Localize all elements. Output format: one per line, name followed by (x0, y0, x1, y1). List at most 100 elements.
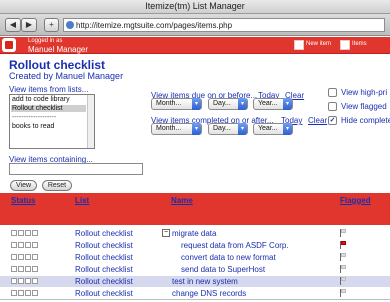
delete-icon[interactable] (32, 230, 38, 236)
copy-icon[interactable] (25, 254, 31, 260)
divider (0, 299, 390, 300)
complete-checkbox-icon[interactable] (11, 242, 17, 248)
list-scrollbar[interactable] (87, 95, 94, 148)
edit-icon[interactable] (18, 278, 24, 284)
add-bookmark-button[interactable]: + (44, 18, 59, 32)
flag-icon[interactable] (340, 289, 347, 297)
complete-checkbox-icon[interactable] (11, 254, 17, 260)
row-list-link[interactable]: Rollout checklist (75, 277, 133, 286)
list-separator: ------------------- (12, 114, 57, 121)
select-value: Year... (258, 125, 278, 132)
flag-red-icon[interactable] (340, 241, 347, 249)
flag-icon[interactable] (340, 229, 347, 237)
delete-icon[interactable] (32, 266, 38, 272)
row-item-name[interactable]: convert data to new format (181, 253, 276, 262)
row-list-link[interactable]: Rollout checklist (75, 253, 133, 262)
due-year-select[interactable]: Year... ▾ (253, 98, 293, 110)
due-month-select[interactable]: Month... ▾ (151, 98, 202, 110)
complete-checkbox-icon[interactable] (11, 290, 17, 296)
site-favicon-icon (66, 21, 74, 29)
column-flagged[interactable]: Flagged (340, 196, 371, 205)
copy-icon[interactable] (25, 266, 31, 272)
table-row[interactable]: Rollout checklist − migrate data (0, 228, 390, 239)
list-option[interactable]: books to read (12, 123, 54, 130)
column-status[interactable]: Status (11, 196, 35, 205)
forward-button[interactable]: ▶ (21, 18, 37, 32)
complete-checkbox-icon[interactable] (11, 230, 17, 236)
new-item-link[interactable]: New item (306, 41, 331, 47)
select-value: Month... (156, 125, 182, 132)
copy-icon[interactable] (25, 242, 31, 248)
url-text[interactable]: http://itemize.mgtsuite.com/pages/items.… (76, 21, 232, 30)
list-option[interactable]: add to code library (12, 96, 70, 103)
row-list-link[interactable]: Rollout checklist (75, 241, 133, 250)
complete-checkbox-icon[interactable] (11, 266, 17, 272)
status-icons (11, 278, 51, 285)
delete-icon[interactable] (32, 242, 38, 248)
delete-icon[interactable] (32, 278, 38, 284)
url-bar[interactable]: http://itemize.mgtsuite.com/pages/items.… (63, 18, 385, 32)
flag-cloth (341, 229, 346, 233)
copy-icon[interactable] (25, 290, 31, 296)
new-item-icon[interactable] (294, 40, 304, 50)
row-list-link[interactable]: Rollout checklist (75, 289, 133, 298)
row-list-link[interactable]: Rollout checklist (75, 265, 133, 274)
contains-input[interactable] (9, 163, 143, 175)
completed-clear-link[interactable]: Clear (308, 116, 327, 125)
row-item-name[interactable]: send data to SuperHost (181, 265, 265, 274)
row-item-name[interactable]: request data from ASDF Corp. (181, 241, 289, 250)
select-value: Day... (213, 125, 231, 132)
flag-cloth (341, 253, 346, 257)
high-priority-label: View high-pri (341, 88, 388, 97)
flagged-checkbox[interactable] (328, 102, 337, 111)
edit-icon[interactable] (18, 266, 24, 272)
completed-day-select[interactable]: Day... ▾ (208, 123, 248, 135)
lists-select[interactable]: add to code library Rollout checklist --… (9, 94, 95, 149)
edit-icon[interactable] (18, 290, 24, 296)
delete-icon[interactable] (32, 254, 38, 260)
back-button[interactable]: ◀ (5, 18, 21, 32)
table-row[interactable]: Rollout checklist test in new system (0, 276, 390, 287)
browser-toolbar: ◀ ▶ + http://itemize.mgtsuite.com/pages/… (0, 14, 390, 36)
row-list-link[interactable]: Rollout checklist (75, 229, 133, 238)
edit-icon[interactable] (18, 254, 24, 260)
collapse-toggle-icon[interactable]: − (162, 229, 170, 237)
column-name[interactable]: Name (171, 196, 193, 205)
flag-icon[interactable] (340, 253, 347, 261)
table-row[interactable]: Rollout checklist convert data to new for… (0, 252, 390, 263)
reset-button[interactable]: Reset (42, 180, 72, 191)
flag-cloth (341, 289, 346, 293)
column-list[interactable]: List (75, 196, 89, 205)
flag-icon[interactable] (340, 277, 347, 285)
high-priority-checkbox[interactable] (328, 88, 337, 97)
list-option-selected[interactable]: Rollout checklist (11, 105, 86, 112)
completed-month-select[interactable]: Month... ▾ (151, 123, 202, 135)
edit-icon[interactable] (18, 242, 24, 248)
app-header: Logged in as Manuel Manager New item Ite… (0, 37, 390, 54)
flag-icon[interactable] (340, 265, 347, 273)
row-item-name[interactable]: migrate data (172, 229, 216, 238)
row-item-name[interactable]: test in new system (172, 277, 238, 286)
hide-completed-label: Hide complete (341, 116, 390, 125)
copy-icon[interactable] (25, 278, 31, 284)
items-icon[interactable] (340, 40, 350, 50)
select-arrows-icon: ▾ (283, 123, 292, 135)
row-item-name[interactable]: change DNS records (172, 289, 246, 298)
delete-icon[interactable] (32, 290, 38, 296)
hide-completed-checkbox[interactable]: ✓ (328, 116, 337, 125)
complete-checkbox-icon[interactable] (11, 278, 17, 284)
edit-icon[interactable] (18, 230, 24, 236)
flag-cloth (341, 277, 346, 281)
table-row[interactable]: Rollout checklist send data to SuperHost (0, 264, 390, 275)
select-arrows-icon: ▾ (238, 123, 247, 135)
table-row[interactable]: Rollout checklist request data from ASDF … (0, 240, 390, 251)
completed-year-select[interactable]: Year... ▾ (253, 123, 293, 135)
view-button[interactable]: View (10, 180, 37, 191)
table-row[interactable]: Rollout checklist change DNS records (0, 288, 390, 299)
due-day-select[interactable]: Day... ▾ (208, 98, 248, 110)
table-header: Status List Name Flagged (0, 193, 390, 225)
itemize-logo-icon (2, 38, 16, 52)
items-link[interactable]: Items (352, 41, 367, 47)
copy-icon[interactable] (25, 230, 31, 236)
status-icons (11, 230, 51, 237)
